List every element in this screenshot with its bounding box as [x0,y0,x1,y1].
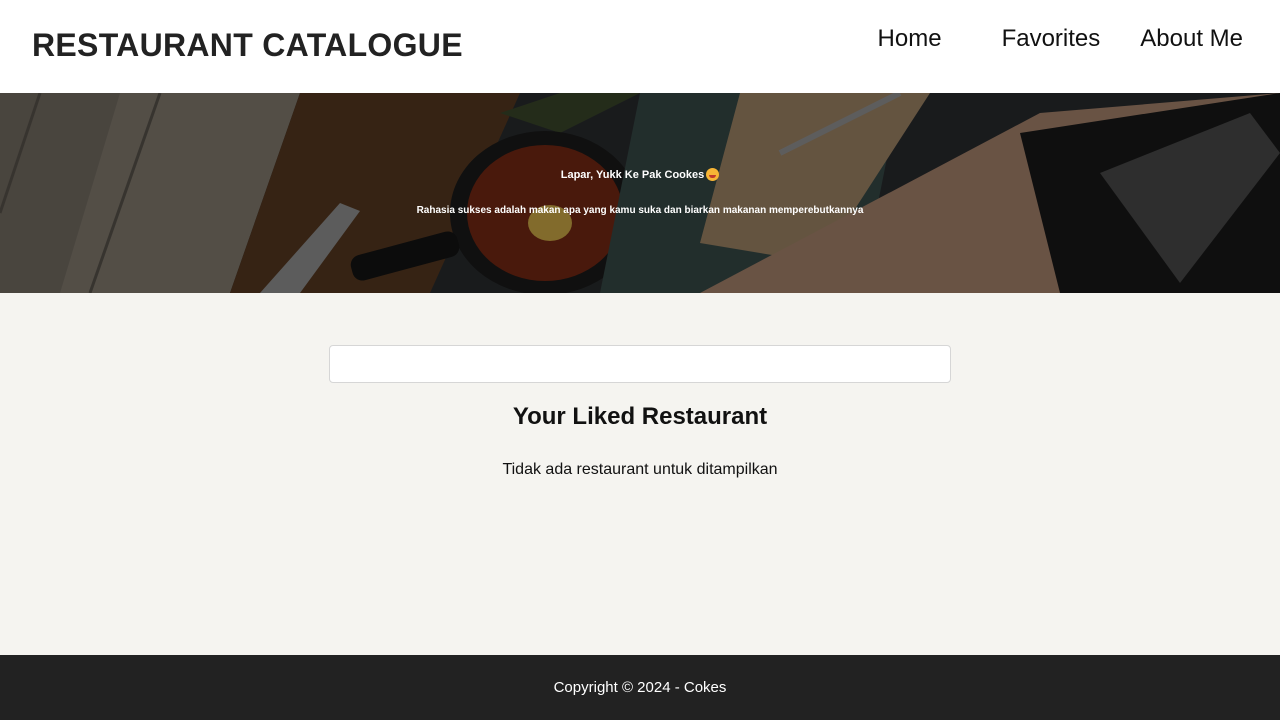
footer: Copyright © 2024 - Cokes [0,655,1280,720]
nav-home[interactable]: Home [878,21,942,57]
hero-text: Lapar, Yukk Ke Pak Cookes Rahasia sukses… [0,93,1280,293]
nav-about-me[interactable]: About Me [1140,21,1243,57]
search-input[interactable] [329,345,951,383]
smiling-face-icon [706,168,720,181]
nav-favorites[interactable]: Favorites [1002,21,1101,57]
main-nav: Home Favorites About Me [878,21,1243,57]
copyright-text: Copyright © 2024 - Cokes [553,679,727,696]
app-bar: RESTAURANT CATALOGUE Home Favorites Abou… [0,0,1280,93]
hero-title: Lapar, Yukk Ke Pak Cookes [560,168,720,181]
hero-subtitle: Rahasia sukses adalah makan apa yang kam… [416,205,864,216]
empty-state-message: Tidak ada restaurant untuk ditampilkan [502,461,778,478]
main-content: Your Liked Restaurant Tidak ada restaura… [0,293,1280,655]
hero-title-text: Lapar, Yukk Ke Pak Cookes [560,168,705,181]
page-title: Your Liked Restaurant [512,403,768,430]
brand-title: RESTAURANT CATALOGUE [32,27,463,63]
hero-banner: Lapar, Yukk Ke Pak Cookes Rahasia sukses… [0,93,1280,293]
